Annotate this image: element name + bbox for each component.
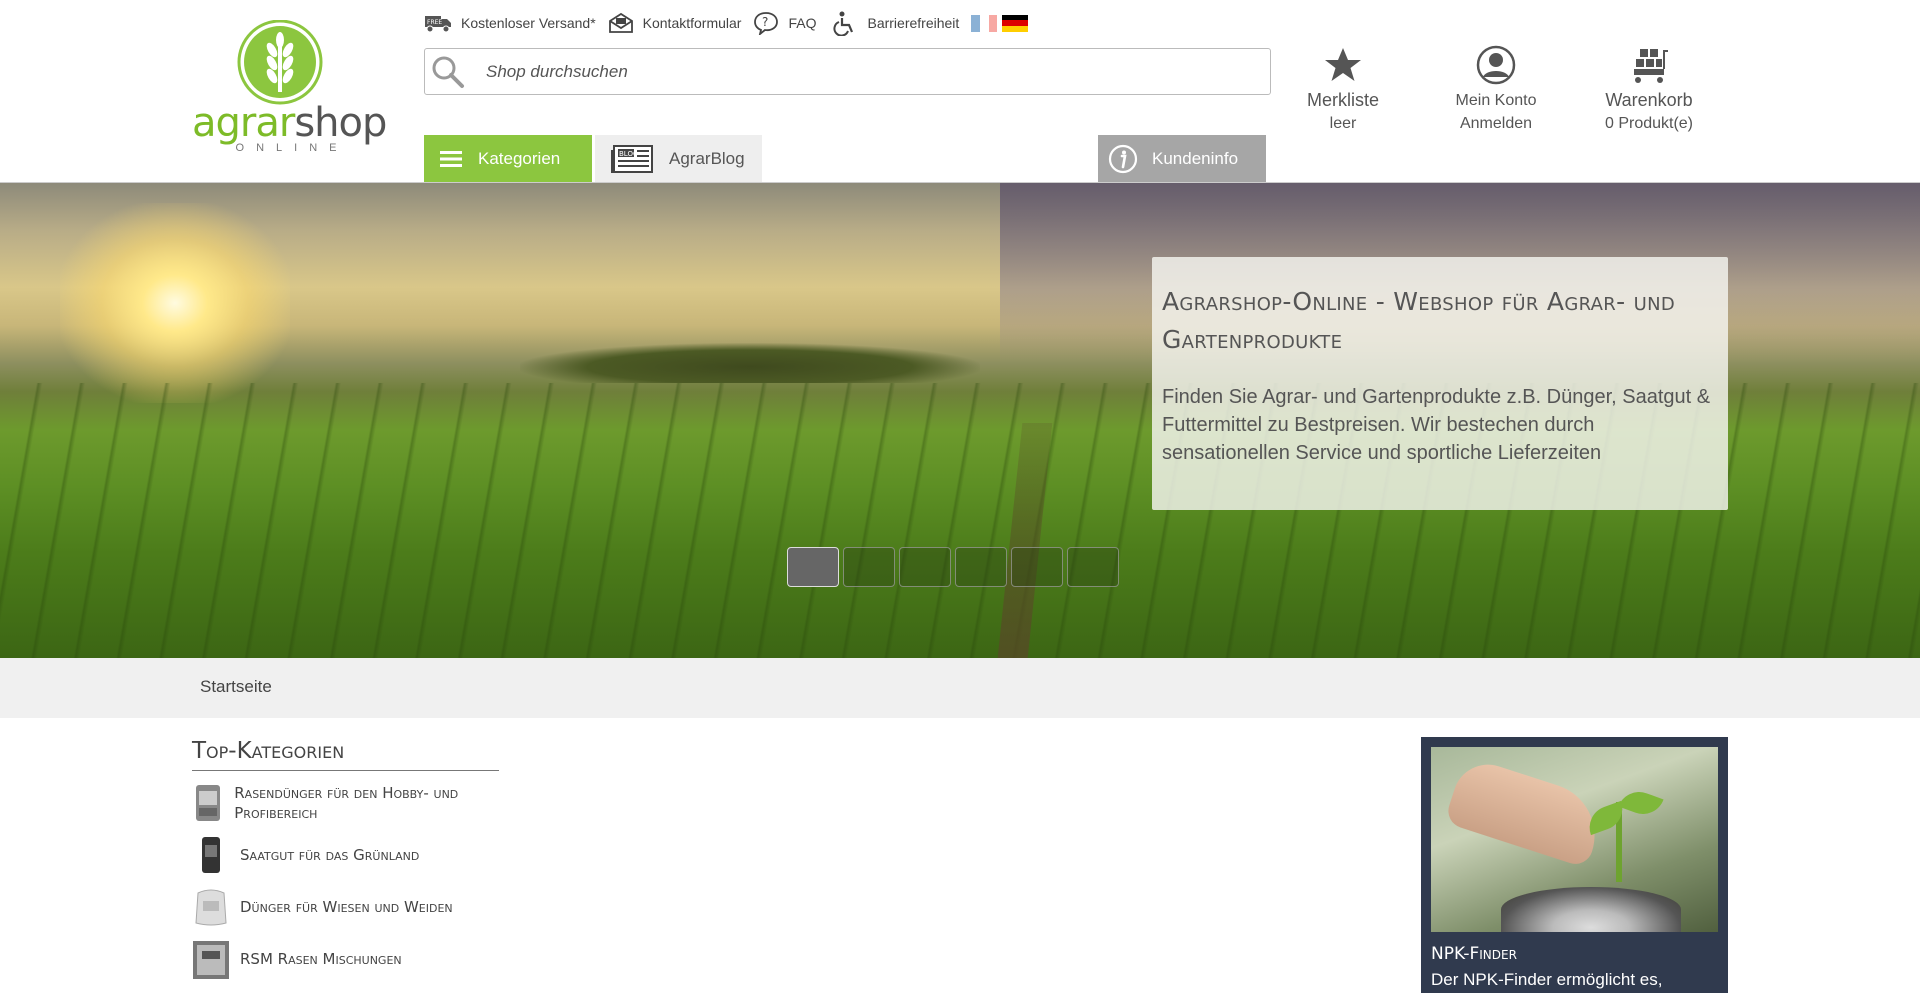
- svg-text:?: ?: [762, 15, 768, 29]
- truck-icon: FREE: [425, 16, 451, 33]
- account-status: Anmelden: [1459, 115, 1533, 132]
- contact-link[interactable]: Kontaktformular: [608, 12, 742, 34]
- accessibility-link[interactable]: Barrierefreiheit: [832, 10, 959, 36]
- service-links: FREE Kostenloser Versand* Kontaktformula…: [424, 10, 1029, 36]
- logo-wordmark: agrarshop: [192, 100, 387, 146]
- category-name: Rasendünger für den Hobby- und Profibere…: [234, 784, 459, 822]
- npk-text: Der NPK-Finder ermöglicht es,: [1431, 970, 1663, 989]
- hand-image: [1443, 755, 1609, 869]
- category-name: Dünger für Wiesen und Weiden: [240, 898, 453, 916]
- category-item[interactable]: Rasendünger für den Hobby- und Profibere…: [192, 783, 499, 823]
- wheelchair-icon: [833, 11, 854, 36]
- site-logo[interactable]: agrarshop ONLINE: [192, 20, 387, 155]
- accessibility-link-label: Barrierefreiheit: [867, 15, 960, 31]
- fertilizer-sack-icon: [192, 887, 230, 927]
- category-item[interactable]: Dünger für Wiesen und Weiden: [192, 887, 499, 927]
- slider-dot[interactable]: [899, 547, 951, 587]
- hero-title: Agrarshop-Online - Webshop für Agrar- un…: [1162, 287, 1676, 354]
- category-item[interactable]: Saatgut für das Grünland: [192, 835, 499, 875]
- cart-icon: [1634, 49, 1668, 83]
- lawn-mix-bag-icon: [192, 939, 230, 979]
- faq-link-label: FAQ: [788, 15, 817, 31]
- star-icon: [1325, 48, 1361, 81]
- categories-button[interactable]: Kategorien: [424, 135, 592, 182]
- top-categories-title: Top-Kategorien: [192, 738, 499, 771]
- customer-info-label: Kundeninfo: [1152, 148, 1239, 168]
- site-header: agrarshop ONLINE FREE Kostenloser Versan…: [0, 0, 1920, 183]
- hero-textbox: Agrarshop-Online - Webshop für Agrar- un…: [1152, 257, 1728, 510]
- slider-dot[interactable]: [1011, 547, 1063, 587]
- search-bar: [424, 48, 1271, 95]
- top-categories: Top-Kategorien Rasendünger für den Hobby…: [192, 738, 499, 979]
- newspaper-blog-icon: BLOG: [611, 144, 653, 173]
- slider-dot[interactable]: [787, 547, 839, 587]
- category-name: Saatgut für das Grünland: [240, 846, 420, 864]
- cart-label: Warenkorb: [1605, 90, 1693, 110]
- slider-dot[interactable]: [843, 547, 895, 587]
- hero-text: Finden Sie Agrar- und Gartenprodukte z.B…: [1162, 386, 1711, 464]
- faq-link[interactable]: ? FAQ: [753, 11, 816, 35]
- wishlist-button[interactable]: Merkliste leer: [1293, 45, 1393, 135]
- account-label: Mein Konto: [1455, 92, 1537, 109]
- blog-button-label: AgrarBlog: [669, 148, 745, 168]
- main-nav: Kategorien BLOG AgrarBlog Kundeninfo: [424, 135, 1266, 183]
- svg-text:FREE: FREE: [427, 19, 442, 26]
- logo-part-agrar: agrar: [192, 100, 295, 146]
- hero-treeline: [520, 343, 980, 383]
- slider-pagination: [787, 547, 1119, 587]
- hero-sun: [60, 203, 290, 403]
- hero-slider: Agrarshop-Online - Webshop für Agrar- un…: [0, 183, 1920, 658]
- breadcrumb: Startseite: [0, 658, 1920, 718]
- blog-icon-text: BLOG: [619, 150, 638, 158]
- envelope-icon: [608, 12, 633, 33]
- shipping-link[interactable]: FREE Kostenloser Versand*: [424, 13, 596, 33]
- flag-fr-icon[interactable]: [971, 14, 998, 32]
- fertilizer-bag-icon: [192, 783, 224, 823]
- npk-title: NPK-Finder: [1431, 944, 1517, 964]
- language-switcher: [971, 14, 1029, 32]
- breadcrumb-home-link[interactable]: Startseite: [200, 677, 272, 697]
- fertilizer-pile-image: [1501, 887, 1681, 932]
- categories-button-label: Kategorien: [478, 148, 561, 168]
- question-bubble-icon: ?: [754, 12, 779, 35]
- customer-info-button[interactable]: Kundeninfo: [1098, 135, 1266, 182]
- logo-subtitle: ONLINE: [235, 142, 349, 154]
- category-name: RSM Rasen Mischungen: [240, 950, 402, 968]
- account-button[interactable]: Mein Konto Anmelden: [1446, 45, 1546, 135]
- hamburger-menu-icon: [440, 150, 462, 167]
- slider-dot[interactable]: [955, 547, 1007, 587]
- category-item[interactable]: RSM Rasen Mischungen: [192, 939, 499, 979]
- blog-button[interactable]: BLOG AgrarBlog: [595, 135, 762, 182]
- search-input[interactable]: [486, 61, 1186, 82]
- npk-finder-teaser[interactable]: NPK-Finder Der NPK-Finder ermöglicht es,: [1421, 737, 1728, 993]
- user-icon: [1476, 45, 1516, 85]
- shipping-link-label: Kostenloser Versand*: [461, 15, 596, 31]
- search-icon[interactable]: [430, 54, 466, 90]
- wheat-logo-icon: [237, 20, 323, 105]
- npk-teaser-image: [1431, 747, 1718, 932]
- info-icon: [1108, 144, 1138, 173]
- seedling-leaf-image: [1618, 785, 1664, 821]
- wishlist-label: Merkliste: [1306, 90, 1379, 110]
- cart-button[interactable]: Warenkorb 0 Produkt(e): [1599, 45, 1699, 135]
- flag-de-icon[interactable]: [1002, 14, 1029, 32]
- cart-status: 0 Produkt(e): [1604, 115, 1694, 132]
- logo-part-shop: shop: [294, 100, 387, 146]
- seed-bag-icon: [192, 835, 230, 875]
- contact-link-label: Kontaktformular: [642, 15, 742, 31]
- slider-dot[interactable]: [1067, 547, 1119, 587]
- wishlist-status: leer: [1329, 115, 1357, 132]
